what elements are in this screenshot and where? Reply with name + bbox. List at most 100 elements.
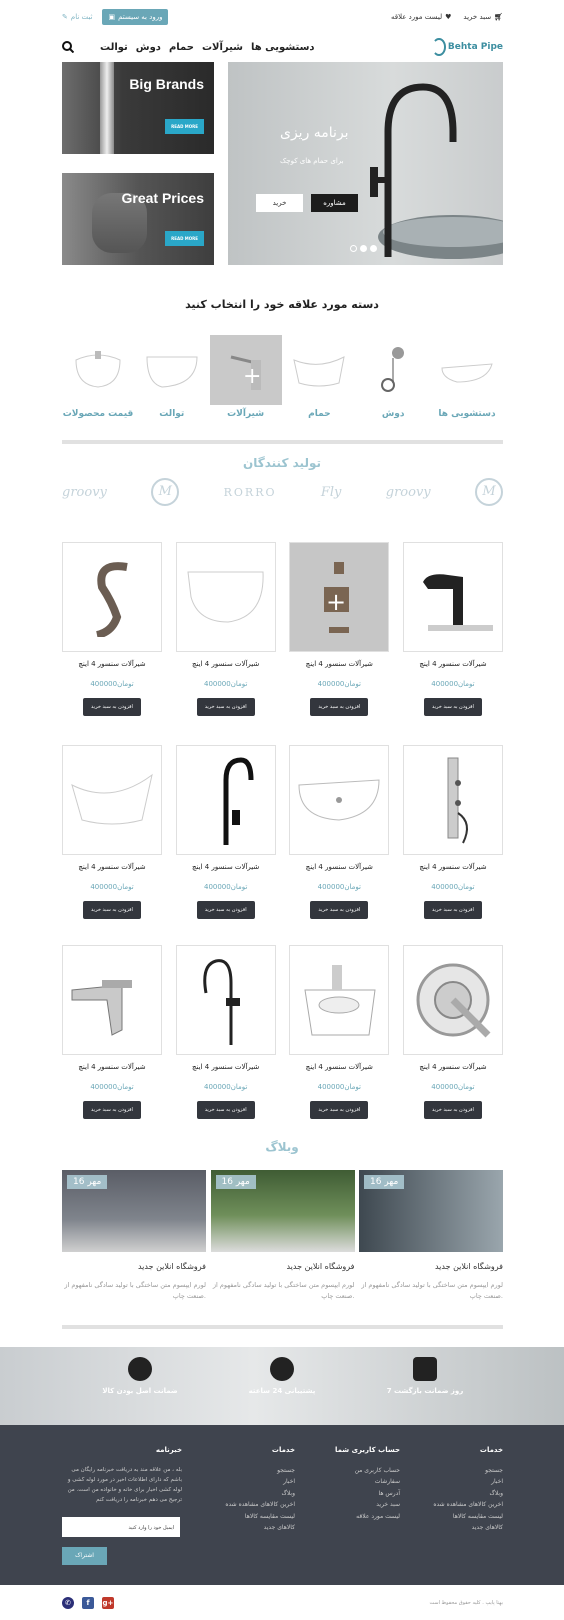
footer-link[interactable]: وبلاگ xyxy=(420,1488,503,1500)
read-more-button[interactable]: READ MORE xyxy=(165,231,204,246)
footer-link[interactable]: اخبار xyxy=(420,1476,503,1488)
add-to-cart-button[interactable]: افزودن به سبد خرید xyxy=(310,698,369,716)
googleplus-icon[interactable]: g+ xyxy=(102,1596,114,1609)
add-to-cart-button[interactable]: افزودن به سبد خرید xyxy=(83,698,141,716)
product-card[interactable]: شیرآلات سنسور 4 اینچ 400000تومان افزودن به… xyxy=(175,745,276,919)
footer-link[interactable]: لیست مقایسه کالاها xyxy=(215,1511,295,1523)
category-sinks[interactable]: دستشویی ها xyxy=(431,335,503,419)
nav-item-toilet[interactable]: توالت xyxy=(100,42,128,53)
category-toilet[interactable]: توالت xyxy=(136,335,208,419)
slider-dot[interactable] xyxy=(360,245,367,252)
headset-icon xyxy=(270,1357,294,1381)
product-price: 400000تومان xyxy=(90,680,134,688)
product-row: شیرآلات سنسور 4 اینچ 400000تومان افزودن به… xyxy=(62,745,503,919)
footer-link[interactable]: اخبار xyxy=(215,1476,295,1488)
product-card[interactable]: شیرآلات سنسور 4 اینچ 400000تومان افزودن به… xyxy=(402,945,503,1119)
product-image xyxy=(62,945,162,1055)
brand-logo[interactable]: RORRO xyxy=(224,486,277,499)
product-card[interactable]: شیرآلات سنسور 4 اینچ 400000تومان افزودن به… xyxy=(62,745,162,919)
blog-image: 16 مهر xyxy=(210,1170,355,1252)
footer-link[interactable]: لیست مقایسه کالاها xyxy=(420,1511,503,1523)
category-prices[interactable]: قیمت محصولات xyxy=(62,335,134,419)
post-description: لورم ایپسوم متن ساختگی با تولید سادگی نا… xyxy=(212,1281,355,1300)
product-card[interactable]: شیرآلات سنسور 4 اینچ 400000تومان افزودن به… xyxy=(175,945,276,1119)
category-label: شیرآلات xyxy=(227,409,265,419)
add-to-cart-button[interactable]: افزودن به سبد خرید xyxy=(424,901,482,919)
footer-link[interactable]: لیست مورد علاقه xyxy=(320,1511,400,1523)
product-card[interactable]: شیرآلات سنسور 4 اینچ 400000تومان افزودن به… xyxy=(402,542,503,716)
footer-link[interactable]: جستجو xyxy=(420,1465,503,1477)
site-logo[interactable]: Behta Pipe xyxy=(431,38,503,56)
buy-button[interactable]: خرید xyxy=(256,194,303,212)
whatsapp-icon[interactable]: ✆ xyxy=(62,1596,74,1609)
add-to-cart-button[interactable]: افزودن به سبد خرید xyxy=(310,901,369,919)
post-title[interactable]: فروشگاه انلاین جدید xyxy=(359,1262,503,1271)
facebook-icon[interactable]: f xyxy=(82,1596,94,1609)
read-more-button[interactable]: READ MORE xyxy=(165,119,204,134)
footer-link[interactable]: سبد خرید xyxy=(320,1499,400,1511)
footer-link[interactable]: اخرین کالاهای مشاهده شده xyxy=(215,1499,295,1511)
footer-link[interactable]: جستجو xyxy=(215,1465,295,1477)
search-icon[interactable] xyxy=(62,41,74,53)
add-to-cart-button[interactable]: افزودن به سبد خرید xyxy=(196,901,255,919)
footer-link[interactable]: کالاهای جدید xyxy=(420,1522,503,1534)
footer-link[interactable]: سفارشات xyxy=(320,1476,400,1488)
footer-link[interactable]: حساب کاربری من xyxy=(320,1465,400,1477)
nav-item-shower[interactable]: دوش xyxy=(136,42,161,53)
category-faucets[interactable]: + شیرآلات xyxy=(209,335,282,419)
blog-post[interactable]: 16 مهر فروشگاه انلاین جدید لورم ایپسوم م… xyxy=(359,1170,503,1302)
product-price: 400000تومان xyxy=(90,883,134,891)
footer: خبرنامه بله ، من علاقه مند به دریافت خبر… xyxy=(0,1425,564,1585)
add-to-cart-button[interactable]: افزودن به سبد خرید xyxy=(424,698,482,716)
brand-logo[interactable]: groovy xyxy=(386,485,431,500)
nav-item-bath[interactable]: حمام xyxy=(169,42,194,53)
login-button[interactable]: ▣ ورود به سیستم xyxy=(102,9,169,25)
add-to-cart-button[interactable]: افزودن به سبد خرید xyxy=(83,1101,141,1119)
add-to-cart-button[interactable]: افزودن به سبد خرید xyxy=(310,1101,369,1119)
add-to-cart-button[interactable]: افزودن به سبد خرید xyxy=(196,698,255,716)
post-title[interactable]: فروشگاه انلاین جدید xyxy=(62,1262,206,1271)
promo-big-brands[interactable]: Big Brands READ MORE xyxy=(62,62,214,154)
product-card[interactable]: شیرآلات سنسور 4 اینچ 400000تومان افزودن به… xyxy=(289,945,390,1119)
promo-great-prices[interactable]: Great Prices READ MORE xyxy=(62,173,214,265)
feature-authenticity: ضمانت اصل بودن کالا xyxy=(85,1357,195,1395)
product-card[interactable]: شیرآلات سنسور 4 اینچ 400000تومان افزودن به… xyxy=(289,745,390,919)
consult-button[interactable]: مشاوره xyxy=(311,194,358,212)
brand-logo[interactable]: M xyxy=(475,478,503,506)
post-title[interactable]: فروشگاه انلاین جدید xyxy=(211,1262,354,1271)
footer-link[interactable]: آدرس ها xyxy=(320,1488,400,1500)
newsletter-email-input[interactable]: ایمیل خود را وارد کنید xyxy=(62,1516,180,1537)
product-card[interactable]: + شیرآلات سنسور 4 اینچ 400000تومان افزودن ب… xyxy=(289,542,390,716)
nav-item-sinks[interactable]: دستشویی ها xyxy=(251,42,315,53)
footer-link[interactable]: وبلاگ xyxy=(215,1488,295,1500)
add-to-cart-button[interactable]: افزودن به سبد خرید xyxy=(196,1101,255,1119)
footer-link[interactable]: اخرین کالاهای مشاهده شده xyxy=(420,1499,503,1511)
feature-return: 7 روز ضمانت بازگشت xyxy=(370,1357,480,1395)
footer-link[interactable]: کالاهای جدید xyxy=(215,1522,295,1534)
blog-post[interactable]: 16 مهر فروشگاه انلاین جدید لورم ایپسوم م… xyxy=(210,1170,355,1302)
product-price: 400000تومان xyxy=(431,680,475,688)
cart-link[interactable]: سبد خرید 🛒︎ xyxy=(463,13,503,21)
wishlist-link[interactable]: لیست مورد علاقه ♥ xyxy=(391,13,451,21)
brand-logo[interactable]: Fly xyxy=(321,485,342,500)
brand-logo[interactable]: groovy xyxy=(62,485,107,500)
category-shower[interactable]: دوش xyxy=(357,335,429,419)
add-to-cart-button[interactable]: افزودن به سبد خرید xyxy=(83,901,141,919)
slider-dot[interactable] xyxy=(370,245,377,252)
add-to-cart-button[interactable]: افزودن به سبد خرید xyxy=(424,1101,482,1119)
divider xyxy=(62,1325,503,1329)
feature-support: پشتیبانی 24 ساعته xyxy=(227,1357,337,1395)
signup-link[interactable]: ✎ ثبت نام xyxy=(62,13,92,21)
brand-logo[interactable]: M xyxy=(151,478,180,506)
product-card[interactable]: شیرآلات سنسور 4 اینچ 400000تومان افزودن به… xyxy=(62,542,162,716)
product-card[interactable]: شیرآلات سنسور 4 اینچ 400000تومان افزودن به… xyxy=(62,945,162,1119)
heart-icon: ♥ xyxy=(445,13,452,21)
product-card[interactable]: شیرآلات سنسور 4 اینچ 400000تومان افزودن به… xyxy=(402,745,503,919)
product-card[interactable]: شیرآلات سنسور 4 اینچ 400000تومان افزودن به… xyxy=(175,542,276,716)
product-title: شیرآلات سنسور 4 اینچ xyxy=(419,660,487,668)
slider-dot[interactable] xyxy=(350,245,357,252)
subscribe-button[interactable]: اشتراک xyxy=(62,1546,107,1565)
category-bath[interactable]: حمام xyxy=(283,335,355,419)
nav-item-faucets[interactable]: شیرآلات xyxy=(202,42,243,53)
blog-post[interactable]: 16 مهر فروشگاه انلاین جدید لورم ایپسوم م… xyxy=(62,1170,206,1302)
